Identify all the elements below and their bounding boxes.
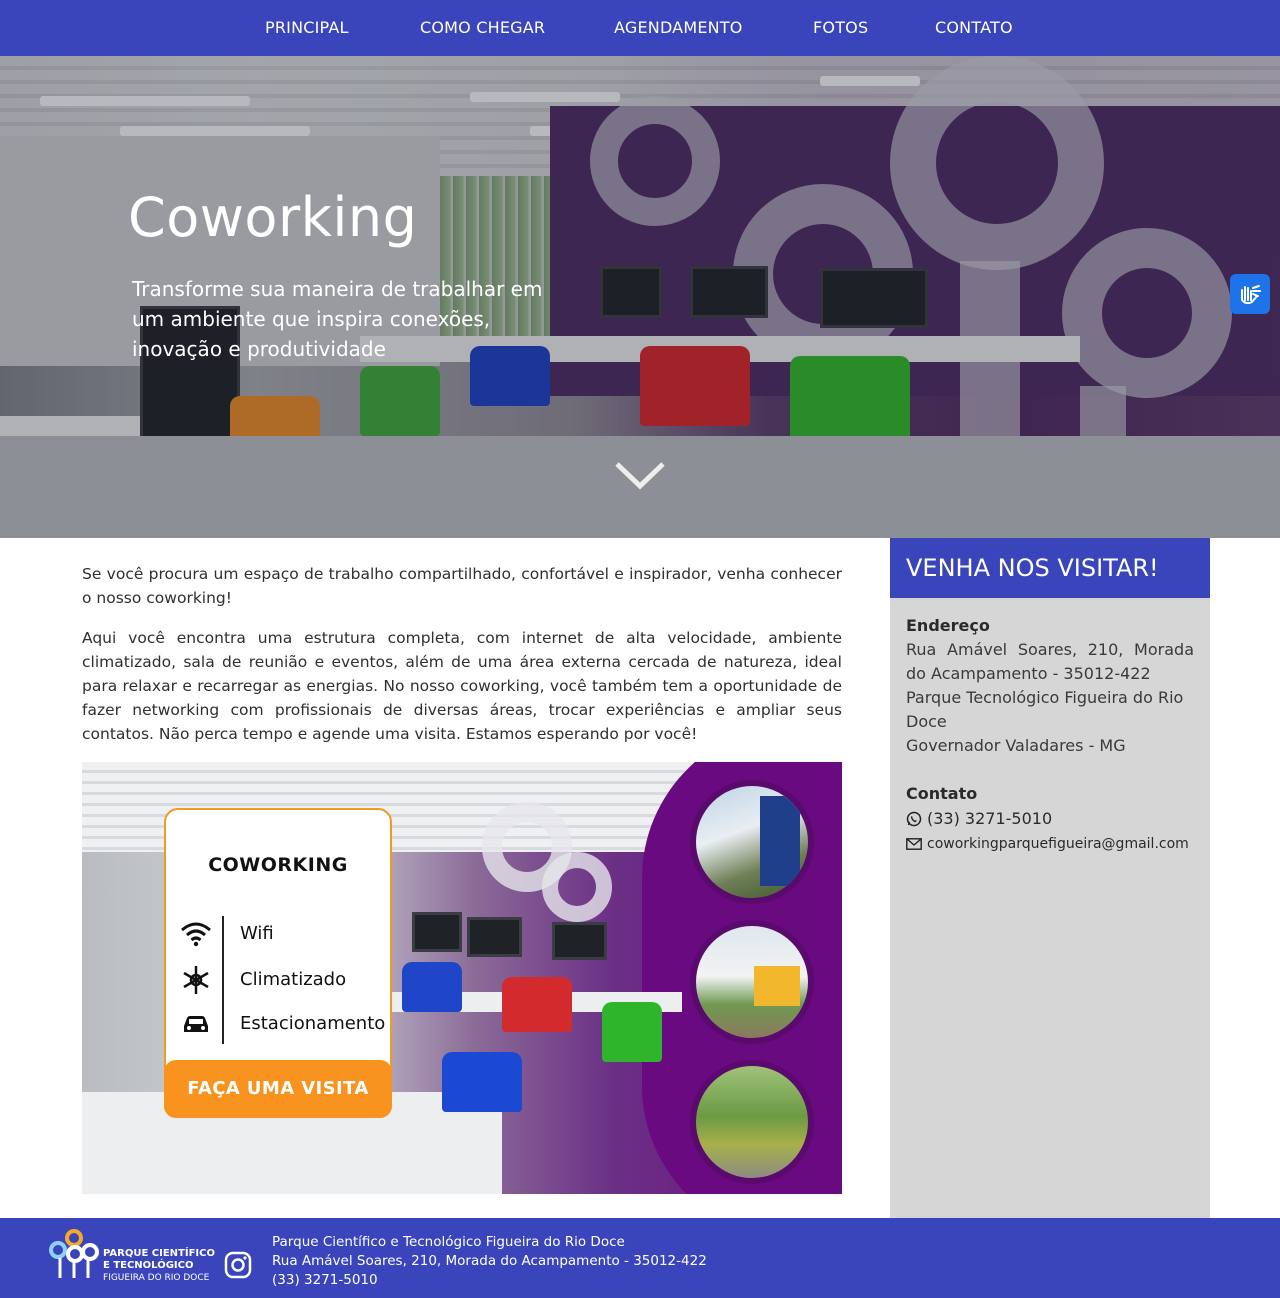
address-label: Endereço (906, 616, 990, 635)
address-line-city: Governador Valadares - MG (906, 736, 1126, 755)
main-content: Se você procura um espaço de trabalho co… (82, 562, 842, 762)
promo-chair (442, 1052, 522, 1112)
car-icon (178, 1008, 214, 1040)
envelope-icon (906, 838, 922, 850)
footer-org-name: Parque Científico e Tecnológico Figueira… (272, 1234, 625, 1250)
address-line-park: Parque Tecnológico Figueira do Rio Doce (906, 688, 1184, 731)
hero-banner: Coworking Transforme sua maneira de trab… (0, 56, 1280, 538)
sign-language-icon[interactable] (1230, 274, 1270, 314)
footer-phone: (33) 3271-5010 (272, 1272, 378, 1288)
address-line-street: Rua Amável Soares, 210, Morada do Acampa… (906, 640, 1194, 683)
hero-title: Coworking (128, 186, 418, 249)
description-paragraph: Aqui você encontra uma estrutura complet… (82, 629, 842, 743)
contact-label: Contato (906, 784, 978, 803)
logo-line1: PARQUE CIENTÍFICO (103, 1248, 215, 1259)
visit-sidebar: VENHA NOS VISITAR! Endereço Rua Amável S… (890, 538, 1210, 1218)
park-logo-text: PARQUE CIENTÍFICO E TECNOLÓGICO FIGUEIRA… (103, 1248, 215, 1284)
wifi-icon (178, 918, 214, 950)
feature-estacionamento: Estacionamento (240, 1013, 386, 1034)
photo-garden-circle (690, 1060, 814, 1184)
hero-subtitle: Transforme sua maneira de trabalhar em u… (132, 277, 543, 361)
nav-fotos[interactable]: FOTOS (813, 18, 868, 37)
logo-ring-shape (542, 852, 612, 922)
park-logo-mark (49, 1229, 99, 1278)
promo-monitor (467, 917, 522, 957)
promo-title: COWORKING (208, 854, 348, 876)
photo-building-circle (690, 780, 814, 904)
phone-row[interactable]: (33) 3271-5010 (906, 809, 1052, 828)
photo-entrance-circle (690, 920, 814, 1044)
nav-agendamento[interactable]: AGENDAMENTO (614, 18, 743, 37)
top-nav: PRINCIPAL COMO CHEGAR AGENDAMENTO FOTOS … (0, 0, 1280, 56)
promo-monitor (552, 922, 607, 960)
nav-como-chegar[interactable]: COMO CHEGAR (420, 18, 545, 37)
logo-line2: E TECNOLÓGICO (103, 1260, 194, 1271)
feature-wifi: Wifi (240, 923, 274, 944)
promo-chair (602, 1002, 662, 1062)
promo-chair (502, 977, 572, 1032)
instagram-icon[interactable] (224, 1251, 252, 1279)
promo-monitor (412, 912, 462, 952)
visit-cta-button[interactable]: FAÇA UMA VISITA (164, 1060, 392, 1118)
email-text: coworkingparquefigueira@gmail.com (927, 836, 1189, 852)
feature-climatizado: Climatizado (240, 969, 347, 990)
promo-chair (402, 962, 462, 1012)
footer-address: Rua Amável Soares, 210, Morada do Acampa… (272, 1253, 707, 1269)
signboard (760, 796, 800, 886)
chevron-down-icon[interactable] (613, 454, 667, 494)
nav-contato[interactable]: CONTATO (935, 18, 1013, 37)
logo-line3: FIGUEIRA DO RIO DOCE (103, 1273, 210, 1283)
phone-text: (33) 3271-5010 (927, 809, 1053, 828)
email-row[interactable]: coworkingparquefigueira@gmail.com (906, 836, 1189, 852)
footer: PARQUE CIENTÍFICO E TECNOLÓGICO FIGUEIRA… (0, 1218, 1280, 1298)
sign-panel (754, 966, 800, 1006)
nav-principal[interactable]: PRINCIPAL (265, 18, 349, 37)
intro-paragraph: Se você procura um espaço de trabalho co… (82, 565, 842, 607)
whatsapp-icon (906, 811, 922, 826)
sidebar-heading: VENHA NOS VISITAR! (890, 538, 1210, 598)
coworking-promo-image: COWORKING Wifi Climatizado Estacionament… (82, 762, 842, 1194)
park-logo[interactable]: PARQUE CIENTÍFICO E TECNOLÓGICO FIGUEIRA… (48, 1228, 218, 1288)
snowflake-icon (178, 964, 214, 996)
promo-divider (222, 916, 224, 1044)
